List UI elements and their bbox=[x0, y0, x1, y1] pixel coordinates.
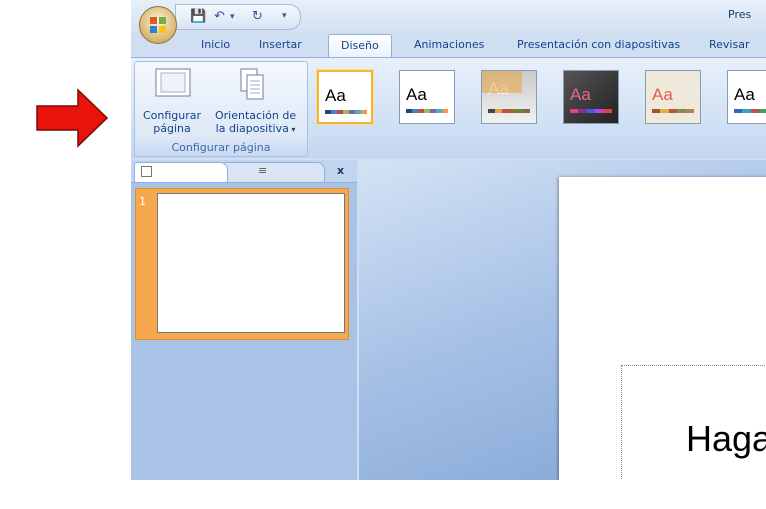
tab-inicio[interactable]: Inicio bbox=[201, 38, 230, 51]
page-setup-label-1: Configurar bbox=[143, 109, 202, 122]
slide-number: 1 bbox=[139, 195, 146, 208]
slide-orientation-button[interactable]: Orientación de la diapositiva ▾ bbox=[215, 109, 296, 136]
powerpoint-window: 💾 ↶ ▾ ↻ ▾ Pres Inicio Insertar Diseño An… bbox=[131, 0, 766, 480]
ribbon: Configurar página Orientación de la diap… bbox=[131, 57, 766, 158]
theme-color-bar bbox=[325, 110, 367, 114]
redo-icon[interactable]: ↻ bbox=[252, 9, 263, 24]
orientation-label-1: Orientación de bbox=[215, 109, 297, 122]
themes-gallery: Aa Aa Aa Aa Aa Aa bbox=[313, 62, 766, 136]
quick-access-toolbar: 💾 ↶ ▾ ↻ ▾ bbox=[175, 4, 301, 30]
theme-thumbnail[interactable]: Aa bbox=[645, 70, 701, 124]
tab-revisar[interactable]: Revisar bbox=[709, 38, 749, 51]
theme-label: Aa bbox=[325, 86, 346, 105]
tab-slides[interactable] bbox=[134, 162, 228, 182]
tab-insertar[interactable]: Insertar bbox=[259, 38, 302, 51]
theme-label: Aa bbox=[570, 85, 591, 104]
tab-diseno[interactable]: Diseño bbox=[328, 34, 392, 58]
office-logo-icon bbox=[150, 17, 166, 33]
undo-icon[interactable]: ↶ bbox=[214, 9, 225, 24]
undo-dropdown-icon[interactable]: ▾ bbox=[230, 12, 235, 22]
slide-orientation-icon bbox=[240, 68, 264, 100]
title-placeholder[interactable]: Haga bbox=[621, 365, 766, 480]
theme-thumbnail[interactable]: Aa bbox=[399, 70, 455, 124]
close-panel-button[interactable]: x bbox=[337, 164, 344, 177]
theme-thumbnail[interactable]: Aa bbox=[317, 70, 373, 124]
slide-editing-area: Haga bbox=[359, 160, 766, 480]
page-setup-label-2: página bbox=[153, 122, 191, 135]
outline-icon: ≡ bbox=[258, 164, 268, 177]
tab-outline[interactable]: ≡ bbox=[223, 162, 325, 182]
save-icon[interactable]: 💾 bbox=[190, 9, 206, 24]
theme-thumbnail[interactable]: Aa bbox=[481, 70, 537, 124]
theme-label: Aa bbox=[734, 85, 755, 104]
theme-thumbnail[interactable]: Aa bbox=[727, 70, 766, 124]
tab-presentacion[interactable]: Presentación con diapositivas bbox=[517, 38, 680, 51]
slides-panel: ≡ x 1 bbox=[131, 160, 357, 480]
slide-thumbnail-selected[interactable]: 1 bbox=[135, 188, 349, 340]
page-setup-icon bbox=[155, 68, 191, 97]
orientation-label-2: la diapositiva bbox=[215, 122, 289, 135]
tab-animaciones[interactable]: Animaciones bbox=[414, 38, 484, 51]
theme-color-bar bbox=[570, 109, 613, 113]
group-label: Configurar página bbox=[171, 141, 271, 154]
theme-label: Aa bbox=[652, 85, 673, 104]
theme-accent-shape bbox=[482, 71, 522, 93]
page-setup-group: Configurar página Orientación de la diap… bbox=[134, 61, 308, 157]
page-setup-button[interactable]: Configurar página bbox=[143, 109, 201, 135]
placeholder-text: Haga bbox=[686, 418, 766, 459]
red-arrow-icon bbox=[36, 88, 108, 148]
theme-thumbnail[interactable]: Aa bbox=[563, 70, 619, 124]
title-bar: 💾 ↶ ▾ ↻ ▾ Pres bbox=[131, 0, 766, 32]
theme-color-bar bbox=[406, 109, 448, 113]
panel-tabs: ≡ x bbox=[131, 160, 357, 183]
window-title: Pres bbox=[728, 8, 752, 21]
customize-toolbar-icon[interactable]: ▾ bbox=[282, 11, 287, 21]
theme-color-bar bbox=[488, 109, 530, 113]
theme-color-bar bbox=[734, 109, 766, 113]
theme-label: Aa bbox=[406, 85, 427, 104]
slide-canvas[interactable]: Haga bbox=[559, 177, 766, 480]
dropdown-arrow-icon: ▾ bbox=[288, 125, 296, 134]
theme-color-bar bbox=[652, 109, 695, 113]
slides-icon bbox=[141, 166, 152, 177]
slide-thumbnail[interactable] bbox=[157, 193, 345, 333]
ribbon-tabs: Inicio Insertar Diseño Animaciones Prese… bbox=[131, 32, 766, 58]
office-button[interactable] bbox=[139, 6, 177, 44]
